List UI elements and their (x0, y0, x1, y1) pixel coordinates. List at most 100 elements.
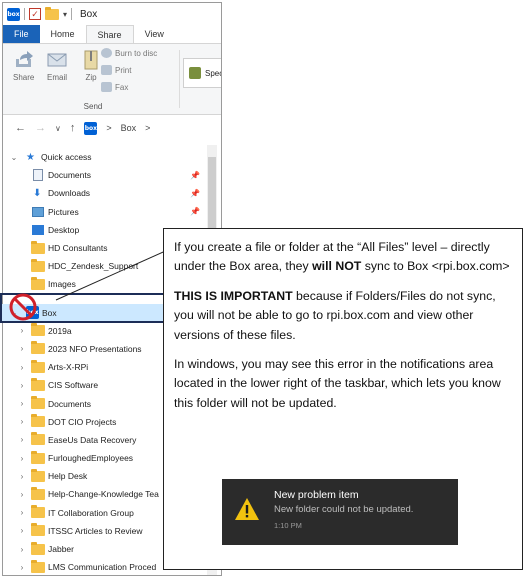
title-bar: box ✓ ▾ Box (3, 3, 221, 25)
chevron-right-icon[interactable]: › (18, 381, 26, 390)
tree-item-downloads[interactable]: ⬇ Downloads 📌 (0, 184, 218, 202)
fax-button[interactable]: Fax (101, 82, 128, 92)
documents-icon (33, 169, 43, 182)
chevron-right-icon[interactable]: › (18, 326, 26, 335)
chevron-right-icon[interactable]: › (18, 399, 26, 408)
window-title: Box (80, 8, 98, 20)
chevron-right-icon[interactable]: › (18, 435, 26, 444)
chevron-right-icon[interactable]: › (18, 344, 26, 353)
tree-item-documents[interactable]: Documents 📌 (0, 166, 218, 184)
address-bar: ← → ∨ ↑ box > Box > (3, 115, 221, 141)
email-button[interactable]: Email (47, 50, 67, 82)
folder-icon (31, 240, 45, 254)
chevron-right-icon[interactable]: › (18, 490, 26, 499)
toast-time: 1:10 PM (274, 521, 302, 530)
tree-label: HD Consultants (48, 243, 108, 254)
box-app-icon: box (7, 7, 20, 21)
callout-paragraph-2: THIS IS IMPORTANT because if Folders/Fil… (174, 287, 514, 345)
tree-label: Help Desk (48, 471, 88, 482)
chevron-right-icon[interactable]: › (18, 363, 26, 372)
forward-arrow-icon[interactable]: → (35, 122, 46, 134)
pin-icon: 📌 (190, 207, 200, 217)
tree-label: DOT CIO Projects (48, 416, 117, 427)
tab-file[interactable]: File (3, 25, 40, 43)
print-label: Print (115, 65, 132, 75)
breadcrumb-separator-2: > (145, 123, 151, 133)
breadcrumb-box[interactable]: Box (121, 123, 137, 133)
tree-label: Documents (48, 170, 91, 181)
tree-label: Pictures (48, 206, 79, 217)
toast-message: New folder could not be updated. (274, 504, 414, 515)
ribbon-tabs: File Home Share View (3, 25, 221, 43)
ribbon-group-divider (179, 50, 180, 108)
recent-locations-chevron-icon[interactable]: ∨ (55, 124, 61, 133)
title-divider (24, 8, 25, 20)
fax-icon (101, 82, 112, 92)
download-arrow-icon: ⬇ (33, 187, 42, 199)
tree-label: Downloads (48, 188, 91, 199)
chevron-right-icon[interactable]: › (18, 417, 26, 426)
share-label: Share (13, 73, 35, 82)
tab-view[interactable]: View (134, 25, 175, 43)
print-button[interactable]: Print (101, 65, 131, 75)
fax-label: Fax (115, 82, 129, 92)
folder-icon (31, 541, 45, 555)
zip-button[interactable]: Zip (81, 50, 101, 82)
folder-icon (31, 377, 45, 391)
share-button[interactable]: Share (13, 50, 34, 82)
tree-label: CIS Software (48, 380, 99, 391)
folder-icon (31, 323, 45, 337)
folder-icon (31, 359, 45, 373)
disc-icon (101, 48, 112, 58)
notification-toast[interactable]: New problem item New folder could not be… (222, 479, 458, 545)
send-group-label: Send (83, 102, 103, 111)
callout-paragraph-3: In windows, you may see this error in th… (174, 357, 501, 410)
pictures-icon (32, 206, 44, 217)
folder-icon (31, 258, 45, 272)
folder-icon (31, 468, 45, 482)
up-arrow-icon[interactable]: ↑ (70, 122, 76, 134)
tab-share[interactable]: Share (85, 25, 134, 43)
email-label: Email (47, 73, 68, 82)
star-icon: ★ (26, 151, 35, 163)
folder-icon (31, 559, 45, 573)
folder-icon (31, 432, 45, 446)
folder-icon (31, 523, 45, 537)
tree-label: LMS Communication Proced (48, 562, 157, 573)
zip-icon (81, 50, 101, 70)
quick-access-toolbar-dropdown-icon[interactable]: ▾ (63, 10, 67, 19)
chevron-right-icon[interactable]: › (18, 454, 26, 463)
tree-label: Jabber (48, 544, 74, 555)
chevron-right-icon[interactable]: › (18, 526, 26, 535)
back-arrow-icon[interactable]: ← (15, 122, 26, 134)
callout-paragraph-1: If you create a file or folder at the “A… (174, 238, 514, 277)
breadcrumb-separator: > (106, 123, 112, 133)
title-divider-2 (71, 8, 73, 20)
share-icon (14, 50, 34, 70)
chevron-down-icon[interactable]: ⌄ (10, 153, 18, 162)
new-folder-icon[interactable] (45, 6, 59, 20)
folder-icon (31, 396, 45, 410)
tree-item-quick-access[interactable]: ⌄ ★ Quick access (0, 148, 218, 166)
chevron-right-icon[interactable]: › (18, 563, 26, 572)
specific-people-button[interactable]: Speci (183, 58, 221, 88)
burn-to-disc-button[interactable]: Burn to disc (101, 48, 157, 58)
desktop-icon (32, 224, 44, 235)
folder-icon (31, 450, 45, 464)
people-icon (189, 67, 201, 79)
chevron-right-icon[interactable]: › (18, 472, 26, 481)
tree-label: Documents (48, 398, 91, 409)
burn-label: Burn to disc (115, 48, 158, 58)
prohibited-icon (9, 293, 37, 321)
tree-label: HDC_Zendesk_Support (48, 261, 139, 272)
chevron-right-icon[interactable]: › (18, 545, 26, 554)
folder-icon (31, 341, 45, 355)
pin-icon: 📌 (190, 170, 200, 180)
pin-icon: 📌 (190, 188, 200, 198)
chevron-right-icon[interactable]: › (18, 508, 26, 517)
zip-label: Zip (85, 73, 97, 82)
properties-check-icon[interactable]: ✓ (29, 8, 41, 20)
tree-label: 2023 NFO Presentations (48, 343, 142, 354)
tab-home[interactable]: Home (40, 25, 86, 43)
tree-item-pictures[interactable]: Pictures 📌 (0, 203, 218, 221)
